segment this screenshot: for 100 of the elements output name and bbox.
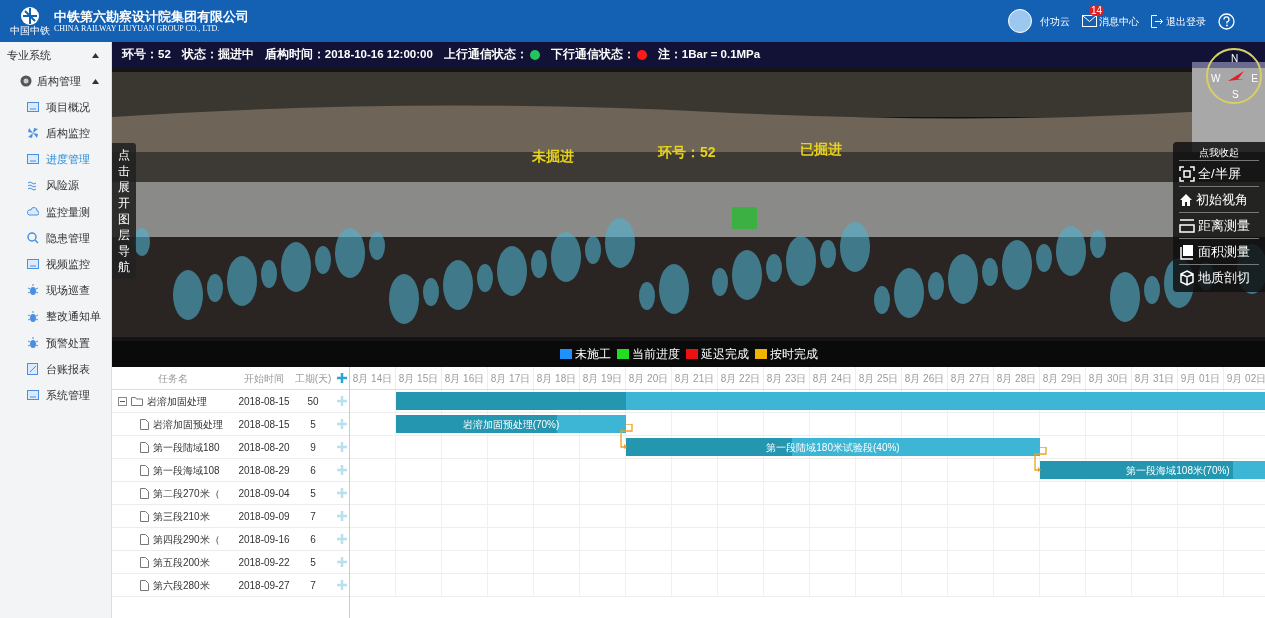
compass-west: W: [1211, 72, 1221, 86]
day-header: 8月 14日: [350, 367, 396, 389]
add-task-icon[interactable]: [337, 373, 347, 383]
ruler-icon: [1179, 218, 1195, 233]
area-icon: [1179, 243, 1195, 260]
file-icon: [140, 556, 149, 568]
cavity-shape: [948, 254, 978, 304]
task-duration: 5: [309, 555, 317, 570]
file-icon: [140, 418, 149, 430]
bar-label: 第一段海域108米(70%): [1126, 463, 1230, 478]
mail-icon[interactable]: [1082, 15, 1097, 27]
cloud-icon: [27, 206, 39, 218]
sidebar-item[interactable]: 整改通知单: [0, 303, 111, 330]
task-name: 第二段270米（: [153, 486, 220, 501]
column-header: 工期(天): [294, 371, 332, 386]
help-icon[interactable]: [1218, 12, 1235, 30]
tool-button[interactable]: 面积测量: [1179, 238, 1259, 264]
column-header: 任务名: [157, 371, 189, 386]
monitor-icon: [27, 101, 39, 113]
cavity-shape: [335, 228, 365, 278]
cavity-shape: [551, 232, 581, 282]
tool-button[interactable]: 全/半屏: [1179, 160, 1259, 186]
task-name: 第三段210米: [153, 509, 210, 524]
task-duration: 6: [309, 532, 317, 547]
cavity-shape: [659, 264, 689, 314]
status-text: 上行通信状态：: [443, 46, 528, 63]
cavity-shape: [732, 250, 762, 300]
task-start-date: 2018-09-22: [237, 555, 291, 570]
status-text: 状态：掘进中: [181, 46, 254, 63]
cavity-shape: [281, 242, 311, 292]
collapse-link[interactable]: 点我收起: [1179, 142, 1259, 160]
task-name: 第四段290米（: [153, 532, 220, 547]
bug-icon: [27, 336, 39, 349]
task-name: 岩溶加固预处理: [153, 417, 223, 432]
cavity-shape: [874, 286, 890, 314]
company-subtitle: CHINA RAILWAY LIUYUAN GROUP CO., LTD.: [54, 23, 221, 34]
task-name: 岩溶加固处理: [147, 394, 207, 409]
compass-needle-icon: [1228, 71, 1244, 83]
status-text: 盾构时间：2018-10-16 12:00:00: [264, 46, 433, 63]
logout-button[interactable]: 退出登录: [1151, 13, 1206, 29]
task-start-date: 2018-08-29: [237, 463, 291, 478]
file-icon: [140, 487, 149, 499]
sidebar-section[interactable]: 专业系统: [0, 42, 111, 68]
dependency-link: [1032, 447, 1048, 472]
day-header: 8月 26日: [902, 367, 948, 389]
tool-button[interactable]: 距离测量: [1179, 212, 1259, 238]
search-icon: [27, 232, 39, 245]
sidebar-item[interactable]: 台账报表: [0, 355, 111, 383]
cavity-shape: [1056, 226, 1086, 276]
column-header: 开始时间: [243, 371, 285, 386]
task-start-date: 2018-09-27: [237, 578, 291, 593]
sidebar-item[interactable]: 风险源: [0, 172, 111, 199]
layer-nav-toggle[interactable]: 点击展开图层导航: [112, 143, 136, 279]
collapse-toggle[interactable]: [118, 396, 127, 406]
cavity-shape: [766, 254, 782, 282]
cavity-shape: [786, 236, 816, 286]
shield-marker: [732, 207, 757, 229]
compass-north: N: [1231, 52, 1239, 66]
user-name[interactable]: 付功云: [1040, 13, 1070, 29]
task-duration: 7: [309, 578, 317, 593]
sidebar-item[interactable]: 监控量测: [0, 198, 111, 225]
home-icon: [1179, 192, 1193, 207]
compass[interactable]: N S W E: [1206, 48, 1262, 104]
messages-button[interactable]: 消息中心: [1099, 13, 1139, 29]
cavity-shape: [443, 260, 473, 310]
day-header: 8月 17日: [488, 367, 534, 389]
sidebar-item[interactable]: 系统管理: [0, 382, 111, 409]
cavity-shape: [585, 236, 601, 264]
bar-label: 第一段陆域180米试验段(40%): [766, 440, 900, 455]
sidebar-item[interactable]: 项目概况: [0, 94, 111, 121]
sidebar-item[interactable]: 预警处置: [0, 329, 111, 356]
cavity-shape: [369, 232, 385, 260]
cavity-shape: [1110, 272, 1140, 322]
disc-icon: [20, 75, 32, 87]
task-name: 第一段陆域180: [153, 440, 220, 455]
cavity-shape: [1144, 276, 1160, 304]
cavity-shape: [820, 240, 836, 268]
sidebar-item[interactable]: 盾构监控: [0, 120, 111, 147]
status-text: 环号：52: [122, 47, 171, 63]
cavity-shape: [207, 274, 223, 302]
compass-east: E: [1251, 72, 1258, 86]
day-header: 8月 21日: [672, 367, 718, 389]
user-avatar[interactable]: [1008, 9, 1032, 33]
company-logo-icon: [19, 6, 41, 26]
sidebar-group[interactable]: 盾构管理: [0, 68, 111, 94]
tool-button[interactable]: 地质剖切: [1179, 264, 1259, 290]
cavity-shape: [227, 256, 257, 306]
task-start-date: 2018-08-20: [237, 440, 291, 455]
cavity-shape: [315, 246, 331, 274]
tool-button[interactable]: 初始视角: [1179, 186, 1259, 212]
cavity-shape: [639, 282, 655, 310]
day-header: 8月 24日: [810, 367, 856, 389]
cavity-shape: [389, 274, 419, 324]
day-header: 9月 02日: [1224, 367, 1265, 389]
cavity-shape: [928, 272, 944, 300]
sidebar-item[interactable]: 隐患管理: [0, 224, 111, 252]
cube-icon: [1179, 269, 1195, 286]
sidebar-item[interactable]: 现场巡查: [0, 277, 111, 304]
sidebar-item[interactable]: 视频监控: [0, 251, 111, 278]
cavity-shape: [1036, 244, 1052, 272]
